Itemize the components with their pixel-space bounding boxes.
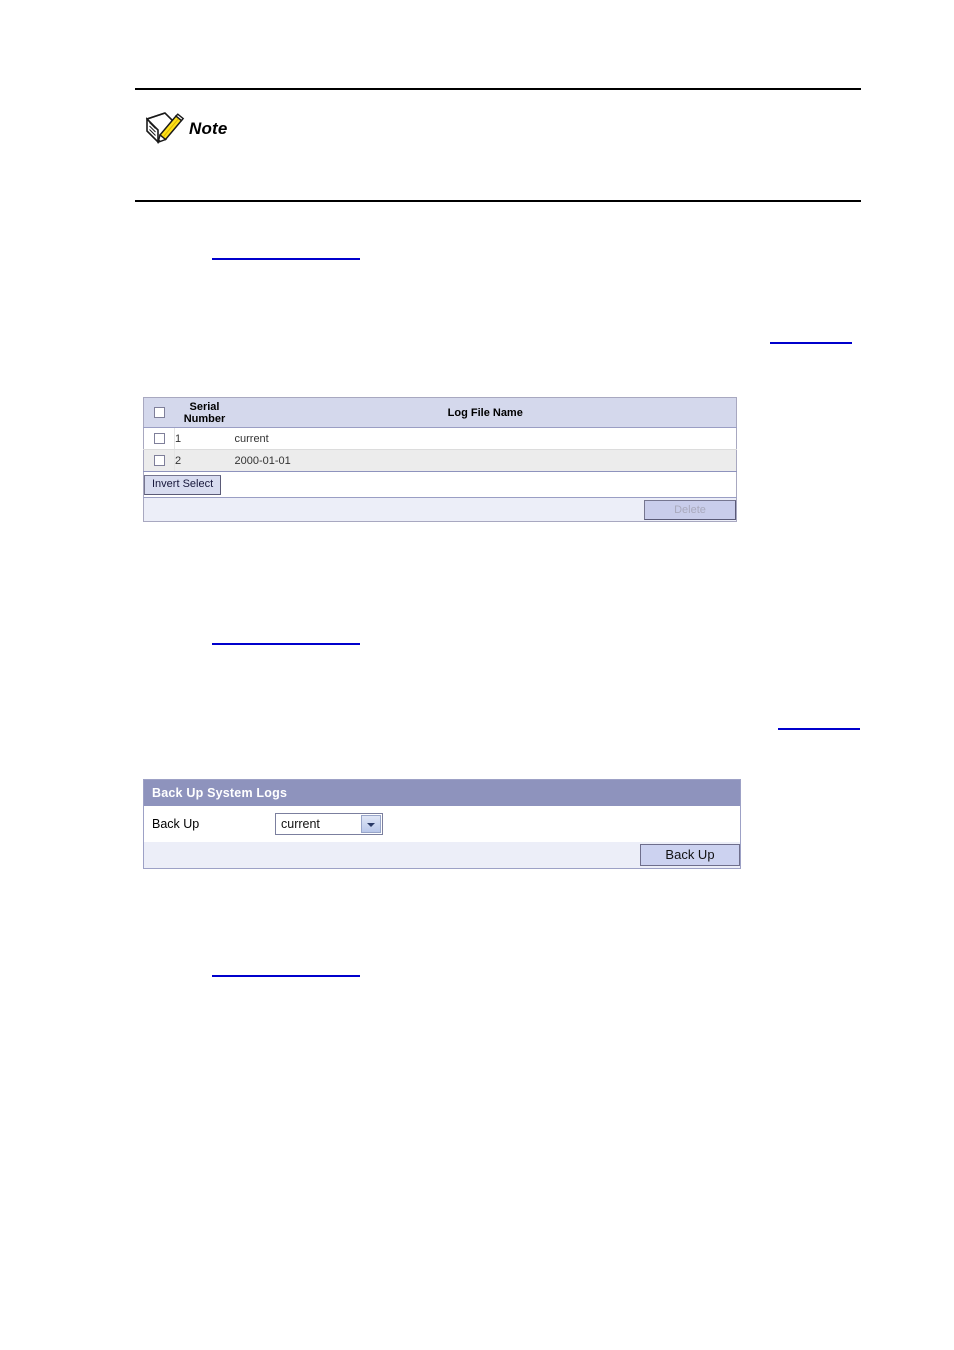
note-callout: Note xyxy=(135,88,861,202)
column-header-serial-number: Serial Number xyxy=(174,397,235,428)
xref-link-4[interactable] xyxy=(778,728,860,730)
backup-system-logs-panel: Back Up System Logs Back Up current Back… xyxy=(143,779,741,869)
column-header-log-file-name: Log File Name xyxy=(234,397,737,428)
backup-field-row: Back Up current xyxy=(143,806,741,842)
row-select-cell[interactable] xyxy=(143,449,175,472)
panel-footer-cell: Back Up xyxy=(144,842,741,868)
panel-title: Back Up System Logs xyxy=(143,779,741,806)
xref-link-5[interactable] xyxy=(212,975,360,977)
note-pencil-icon xyxy=(143,110,185,148)
xref-link-1[interactable] xyxy=(212,258,360,260)
cell-serial-number: 2 xyxy=(174,449,235,472)
column-header-serial-number-line1: Serial xyxy=(189,400,220,413)
table-header-row: Serial Number Log File Name xyxy=(143,397,737,428)
row-checkbox[interactable] xyxy=(153,433,165,445)
select-all-checkbox[interactable] xyxy=(153,407,165,419)
invert-select-button[interactable]: Invert Select xyxy=(144,474,222,495)
note-body: Note xyxy=(143,110,228,148)
table-toolbar-row: Invert Select xyxy=(143,471,737,498)
panel-title-row: Back Up System Logs xyxy=(143,779,741,806)
note-rule-bottom xyxy=(135,200,861,202)
note-label: Note xyxy=(189,119,228,138)
backup-field-cell: current xyxy=(273,806,741,842)
table-footer-row: Delete xyxy=(143,497,737,522)
xref-link-2[interactable] xyxy=(770,342,852,344)
select-all-cell[interactable] xyxy=(143,397,175,428)
backup-file-select-value: current xyxy=(281,817,320,831)
log-file-list-table: Serial Number Log File Name 1 current 2 … xyxy=(143,397,737,522)
table-row: 2 2000-01-01 xyxy=(143,449,737,472)
cell-serial-number: 1 xyxy=(174,427,235,450)
xref-link-3[interactable] xyxy=(212,643,360,645)
back-up-button[interactable]: Back Up xyxy=(640,843,740,866)
note-rule-top xyxy=(135,88,861,90)
chevron-down-icon[interactable] xyxy=(361,815,381,833)
backup-field-label: Back Up xyxy=(152,817,200,831)
cell-log-file-name: 2000-01-01 xyxy=(234,449,737,472)
table-toolbar-cell: Invert Select xyxy=(143,471,737,498)
column-header-serial-number-line2: Number xyxy=(183,412,226,425)
cell-log-file-name: current xyxy=(234,427,737,450)
table-footer-cell: Delete xyxy=(144,498,737,522)
delete-button[interactable]: Delete xyxy=(644,499,736,520)
table-row: 1 current xyxy=(143,427,737,450)
row-select-cell[interactable] xyxy=(143,427,175,450)
row-checkbox[interactable] xyxy=(153,455,165,467)
panel-footer-row: Back Up xyxy=(143,842,741,868)
backup-file-select[interactable]: current xyxy=(275,813,383,835)
